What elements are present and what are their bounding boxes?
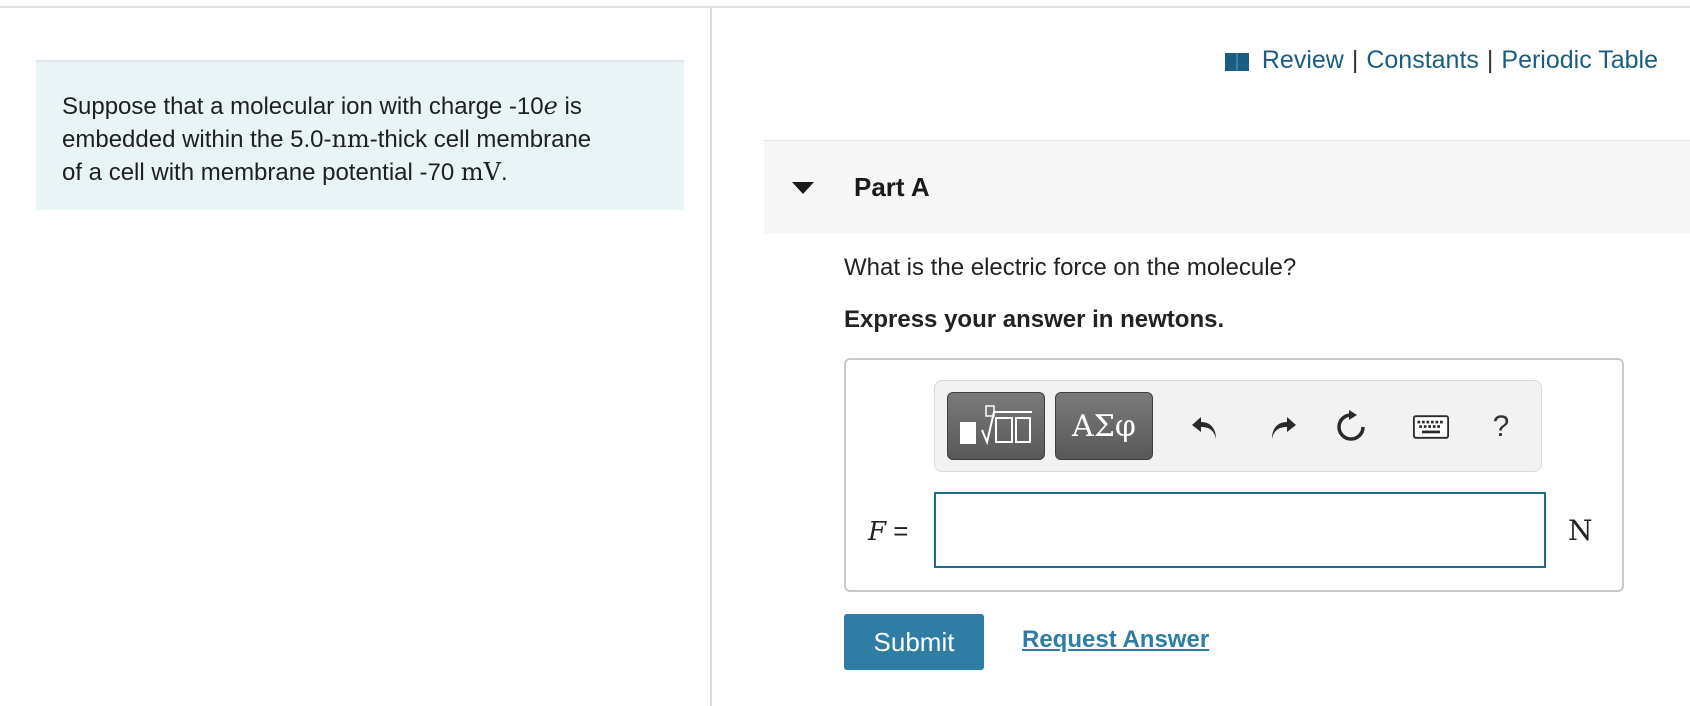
separator: | [1486, 46, 1494, 74]
resources-bar: Review | Constants | Periodic Table [1224, 46, 1658, 75]
submit-button[interactable]: Submit [844, 614, 984, 670]
reset-icon[interactable] [1333, 409, 1369, 445]
separator: | [1351, 46, 1359, 74]
book-icon [1224, 50, 1250, 72]
problem-line-1: Suppose that a molecular ion with charge… [62, 90, 658, 123]
answer-instruction: Express your answer in newtons. [844, 306, 1225, 333]
answer-variable-label: F = [868, 516, 908, 547]
problem-line-2: embedded within the 5.0-nm-thick cell me… [62, 123, 658, 156]
request-answer-link[interactable]: Request Answer [1022, 626, 1209, 654]
part-title: Part A [854, 172, 930, 202]
symbols-button[interactable]: ΑΣφ [1055, 392, 1153, 460]
unit-mv: mV [460, 158, 501, 186]
problem-text: -thick cell membrane [369, 126, 592, 153]
undo-icon[interactable] [1187, 409, 1223, 445]
problem-text: of a cell with membrane potential -70 [62, 159, 461, 186]
answer-box: ΑΣφ ? F = N [844, 358, 1624, 592]
review-link[interactable]: Review [1262, 46, 1344, 75]
problem-line-3: of a cell with membrane potential -70 mV… [62, 156, 658, 189]
problem-statement: Suppose that a molecular ion with charge… [36, 60, 684, 210]
top-divider [0, 6, 1690, 8]
question-text: What is the electric force on the molecu… [844, 254, 1297, 281]
unit-label: N [1568, 514, 1593, 547]
collapse-caret-icon[interactable] [792, 181, 814, 194]
column-divider [710, 8, 712, 706]
problem-text: embedded within the 5.0- [62, 126, 332, 153]
problem-text: Suppose that a molecular ion with charge… [62, 93, 544, 120]
part-header: Part A [764, 140, 1690, 234]
templates-icon [960, 405, 1032, 446]
help-button[interactable]: ? [1483, 409, 1519, 445]
redo-icon[interactable] [1265, 409, 1301, 445]
keyboard-icon[interactable] [1413, 409, 1449, 445]
problem-text: is [557, 93, 582, 120]
equals-sign: = [886, 516, 909, 546]
templates-button[interactable] [947, 392, 1045, 460]
variable-symbol: F [868, 517, 887, 547]
unit-nm: nm [331, 125, 370, 153]
problem-text: . [500, 159, 508, 186]
periodic-table-link[interactable]: Periodic Table [1501, 46, 1658, 75]
charge-symbol: e [543, 92, 558, 120]
constants-link[interactable]: Constants [1366, 46, 1479, 75]
math-toolbar: ΑΣφ ? [934, 380, 1542, 472]
answer-input[interactable] [934, 492, 1546, 568]
